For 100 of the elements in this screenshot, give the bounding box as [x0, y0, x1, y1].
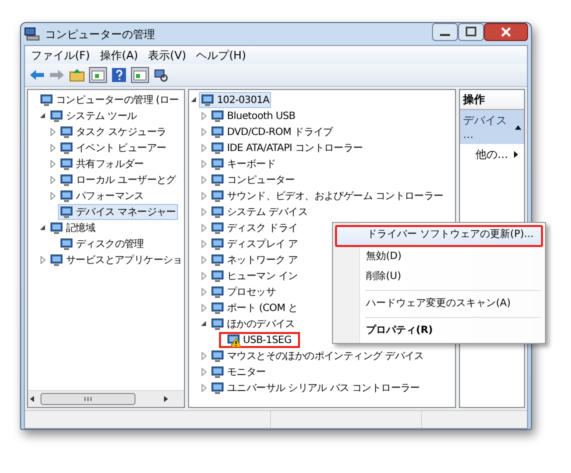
device-icon — [211, 366, 225, 378]
tree-item[interactable]: システム デバイス — [209, 204, 310, 220]
collapse-caret-icon[interactable] — [514, 124, 521, 130]
expand-arrow-icon[interactable] — [200, 176, 208, 184]
collapse-arrow-icon[interactable] — [39, 224, 47, 232]
back-arrow-icon[interactable] — [29, 68, 45, 82]
tree-item[interactable]: ポート (COM と — [209, 300, 300, 316]
device-icon — [211, 174, 225, 186]
expand-arrow-icon[interactable] — [200, 384, 208, 392]
device-icon — [60, 142, 74, 154]
expand-arrow-icon[interactable] — [200, 240, 208, 248]
submenu-arrow-icon — [514, 151, 518, 158]
device-icon — [211, 222, 225, 234]
tree-item[interactable]: ディスク ドライ — [209, 220, 300, 236]
actions-section-header[interactable]: デバイス ... — [460, 110, 524, 144]
expand-arrow-icon[interactable] — [200, 144, 208, 152]
tree-item[interactable]: デバイス マネージャー — [58, 204, 178, 220]
device-icon — [50, 222, 64, 234]
tree-item[interactable]: USB-1SEG — [219, 332, 300, 348]
forward-arrow-icon[interactable] — [49, 68, 65, 82]
context-menu-item[interactable]: ハードウェア変更のスキャン(A) — [335, 294, 543, 314]
scan-hardware-icon[interactable] — [153, 67, 169, 83]
tree-item[interactable]: ディスプレイ ア — [209, 236, 300, 252]
collapse-arrow-icon[interactable] — [39, 112, 47, 120]
tree-item[interactable]: プロセッサ — [209, 284, 278, 300]
tree-item[interactable]: イベント ビューアー — [58, 140, 168, 156]
tree-item[interactable]: ネットワーク ア — [209, 252, 300, 268]
menu-item[interactable]: 表示(V) — [148, 48, 186, 62]
expand-arrow-icon[interactable] — [200, 368, 208, 376]
tree-item[interactable]: パフォーマンス — [58, 188, 146, 204]
device-icon — [211, 190, 225, 202]
context-menu-item[interactable]: ドライバー ソフトウェアの更新(P)... — [335, 225, 543, 247]
tree-item[interactable]: 102-0301A — [199, 92, 272, 108]
menu-item[interactable]: 操作(A) — [100, 48, 138, 62]
tree-item[interactable]: ディスクの管理 — [58, 236, 146, 252]
close-button[interactable] — [484, 23, 528, 41]
expand-arrow-icon[interactable] — [200, 224, 208, 232]
expand-arrow-icon[interactable] — [39, 256, 47, 264]
help-icon[interactable] — [111, 67, 127, 83]
device-icon — [50, 254, 64, 266]
device-icon — [211, 286, 225, 298]
expand-arrow-icon[interactable] — [200, 352, 208, 360]
device-icon — [60, 126, 74, 138]
tree-item[interactable]: 共有フォルダー — [58, 156, 146, 172]
context-menu-item[interactable]: 削除(U) — [335, 267, 543, 287]
device-icon — [50, 110, 64, 122]
expand-arrow-icon[interactable] — [49, 144, 57, 152]
context-menu-item[interactable]: 無効(D) — [335, 247, 543, 267]
expand-arrow-icon[interactable] — [49, 160, 57, 168]
tree-item[interactable]: キーボード — [209, 156, 278, 172]
tree-item[interactable]: Bluetooth USB — [209, 108, 298, 124]
expand-arrow-icon[interactable] — [200, 128, 208, 136]
expand-arrow-icon[interactable] — [200, 192, 208, 200]
device-icon — [40, 94, 54, 106]
tree-item[interactable]: コンピューターの管理 (ロー — [38, 92, 181, 108]
more-actions-item[interactable]: 他の... — [460, 144, 524, 165]
maximize-button[interactable] — [458, 23, 484, 41]
expand-arrow-icon[interactable] — [49, 176, 57, 184]
minimize-button[interactable] — [432, 23, 458, 41]
tree-item[interactable]: サービスとアプリケーショ — [48, 252, 184, 268]
collapse-arrow-icon[interactable] — [190, 96, 198, 104]
tree-item[interactable]: ヒューマン イン — [209, 268, 300, 284]
expand-arrow-icon[interactable] — [200, 304, 208, 312]
tree-item[interactable]: マウスとそのほかのポインティング デバイス — [209, 348, 426, 364]
tree-item[interactable]: ユニバーサル シリアル バス コントローラー — [209, 380, 422, 396]
computer-management-icon — [24, 27, 40, 41]
expand-arrow-icon[interactable] — [200, 288, 208, 296]
expand-arrow-icon[interactable] — [200, 112, 208, 120]
device-icon — [201, 94, 215, 106]
up-folder-icon[interactable] — [69, 68, 85, 82]
menu-item[interactable]: ファイル(F) — [31, 48, 90, 62]
device-icon — [60, 238, 74, 250]
tree-item[interactable]: モニター — [209, 364, 268, 380]
tree-item[interactable]: システム ツール — [48, 108, 139, 124]
expand-arrow-icon[interactable] — [200, 256, 208, 264]
expand-arrow-icon[interactable] — [49, 192, 57, 200]
context-menu-item[interactable]: プロパティ(R) — [335, 321, 543, 341]
tree-item[interactable]: ローカル ユーザーとグ — [58, 172, 178, 188]
expand-arrow-icon[interactable] — [200, 208, 208, 216]
device-icon — [60, 174, 74, 186]
expand-arrow-icon[interactable] — [200, 272, 208, 280]
device-icon — [211, 126, 225, 138]
tree-item[interactable]: ほかのデバイス — [209, 316, 297, 332]
device-icon — [60, 206, 74, 218]
tree-item[interactable]: 記憶域 — [48, 220, 98, 236]
device-icon — [60, 158, 74, 170]
collapse-arrow-icon[interactable] — [200, 320, 208, 328]
window-title: コンピューターの管理 — [45, 26, 156, 42]
expand-arrow-icon[interactable] — [49, 128, 57, 136]
tree-item[interactable]: IDE ATA/ATAPI コントローラー — [209, 140, 365, 156]
tree-item[interactable]: サウンド、ビデオ、およびゲーム コントローラー — [209, 188, 446, 204]
warning-device-icon — [227, 334, 241, 346]
tree-item[interactable]: タスク スケジューラ — [58, 124, 168, 140]
tree-item[interactable]: DVD/CD-ROM ドライブ — [209, 124, 335, 140]
tree-item[interactable]: コンピューター — [209, 172, 297, 188]
console-tree-icon[interactable] — [89, 67, 107, 83]
menu-item[interactable]: ヘルプ(H) — [196, 48, 246, 62]
action-pane-icon[interactable] — [131, 67, 149, 83]
expand-arrow-icon[interactable] — [200, 160, 208, 168]
device-icon — [211, 350, 225, 362]
